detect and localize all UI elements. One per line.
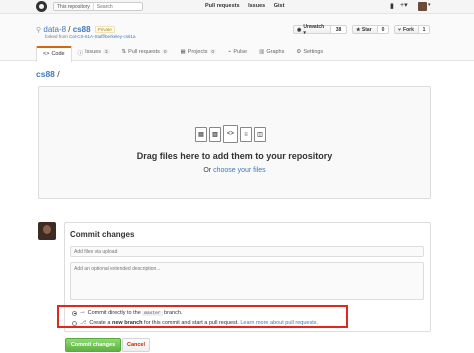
nav-issues[interactable]: Issues: [248, 3, 265, 9]
tab-pulse[interactable]: ⌁ Pulse: [222, 46, 253, 61]
commit-changes-button[interactable]: Commit changes: [65, 338, 121, 352]
header-nav: Pull requests Issues Gist: [205, 3, 291, 9]
forked-prefix: forked from: [45, 34, 70, 39]
pulse-icon: ⌁: [228, 49, 232, 55]
drop-zone-subtitle: Or choose your files: [38, 167, 431, 174]
chevron-down-icon[interactable]: ▾: [428, 2, 431, 8]
file-code-icon: <>: [223, 125, 238, 143]
commit-description-input[interactable]: [70, 262, 424, 300]
bell-icon[interactable]: ▮: [390, 2, 394, 10]
forked-from: forked from Cal-CS-61A-Staff/berkeley-cs…: [45, 34, 135, 39]
tab-graphs[interactable]: ▥ Graphs: [253, 46, 290, 61]
file-type-icons: ▤ ▥ <> ≡ ◫: [195, 125, 266, 143]
fork-button[interactable]: ⑂ Fork: [394, 25, 419, 34]
lock-icon: ⚲: [36, 27, 42, 34]
code-icon: <>: [43, 51, 50, 57]
star-count[interactable]: 0: [378, 25, 389, 34]
highlight-annotation: [57, 305, 348, 328]
pull-request-icon: ⇅: [121, 49, 127, 55]
project-icon: ▦: [180, 49, 186, 55]
forked-from-link[interactable]: Cal-CS-61A-Staff/berkeley-cs61a: [69, 34, 135, 39]
cancel-button[interactable]: Cancel: [122, 338, 150, 352]
repo-separator: /: [66, 25, 73, 34]
nav-gist[interactable]: Gist: [274, 3, 285, 9]
search-bar[interactable]: This repository: [53, 2, 143, 11]
watch-count[interactable]: 38: [331, 25, 347, 34]
graph-icon: ▥: [259, 49, 265, 55]
tab-count: 3: [103, 49, 110, 54]
file-pdf-icon: ▤: [195, 127, 207, 142]
tab-label: Pull requests: [128, 49, 160, 55]
search-input[interactable]: [93, 3, 136, 10]
choose-prefix: Or: [203, 167, 214, 174]
commit-form-title: Commit changes: [70, 230, 135, 239]
tab-code[interactable]: <> Code: [36, 46, 72, 62]
committer-avatar: [38, 222, 56, 240]
repo-tabs: <> Code ⓘ Issues 3 ⇅ Pull requests 0 ▦ P…: [36, 46, 329, 62]
new-menu-icon[interactable]: +▾: [400, 1, 408, 9]
repo-owner-link[interactable]: data-8: [43, 25, 66, 34]
file-media-icon: ◫: [254, 127, 266, 142]
star-button[interactable]: ★ Star: [352, 25, 378, 34]
tab-label: Graphs: [266, 49, 285, 55]
tab-count: 0: [209, 49, 217, 54]
file-text-icon: ≡: [240, 127, 252, 142]
repo-title: ⚲ data-8 / cs88 Private: [36, 25, 115, 34]
breadcrumb: cs88 /: [36, 69, 60, 79]
tab-pull-requests[interactable]: ⇅ Pull requests 0: [116, 46, 175, 61]
tab-settings[interactable]: ⚙ Settings: [290, 46, 329, 61]
issue-icon: ⓘ: [77, 51, 84, 57]
tab-label: Settings: [303, 49, 324, 55]
breadcrumb-repo-link[interactable]: cs88: [36, 69, 55, 79]
commit-summary-input[interactable]: [70, 246, 424, 257]
tab-count: 0: [161, 49, 169, 54]
tab-issues[interactable]: ⓘ Issues 3: [72, 46, 116, 61]
user-avatar[interactable]: [418, 2, 427, 11]
unwatch-label: Unwatch ▾: [303, 23, 325, 36]
tab-label: Projects: [187, 49, 208, 55]
breadcrumb-slash: /: [54, 69, 60, 79]
drop-zone-title: Drag files here to add them to your repo…: [136, 151, 333, 161]
gear-icon: ⚙: [296, 49, 302, 55]
choose-files-link[interactable]: choose your files: [213, 167, 266, 174]
fork-count[interactable]: 1: [419, 25, 430, 34]
file-chart-icon: ▥: [209, 127, 221, 142]
tab-label: Issues: [85, 49, 102, 55]
tab-label: Pulse: [233, 49, 248, 55]
search-scope: This repository: [54, 3, 94, 10]
fork-icon: ⑂: [398, 26, 402, 33]
github-logo-icon[interactable]: [36, 1, 47, 12]
eye-icon: ◉: [297, 26, 302, 33]
nav-pull-requests[interactable]: Pull requests: [205, 3, 240, 9]
tab-label: Code: [51, 51, 65, 57]
unwatch-button[interactable]: ◉ Unwatch ▾: [293, 23, 331, 36]
fork-label: Fork: [403, 26, 414, 33]
tab-projects[interactable]: ▦ Projects 0: [174, 46, 222, 61]
private-badge: Private: [94, 26, 115, 33]
repo-name-link[interactable]: cs88: [73, 25, 91, 34]
